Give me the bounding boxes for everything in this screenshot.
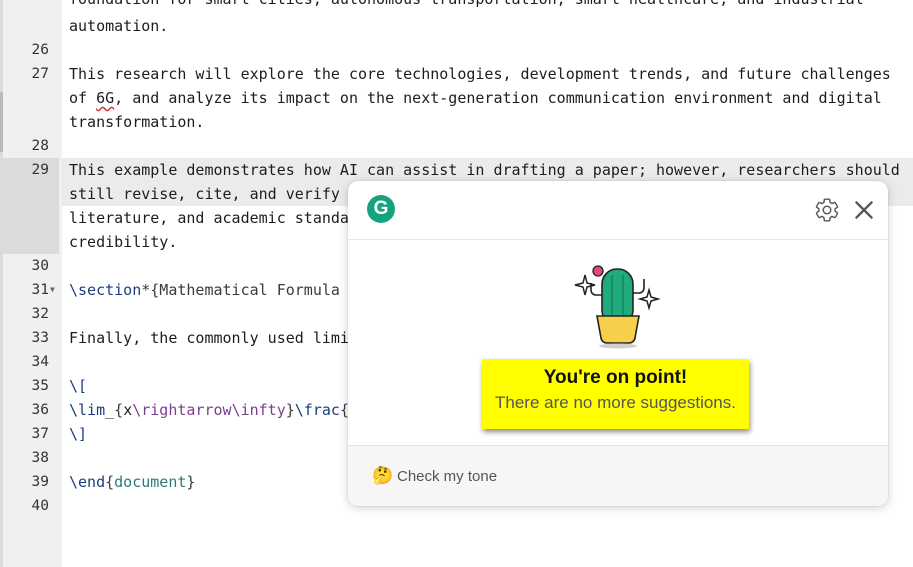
code-token: of — [69, 89, 97, 107]
code-token: _{ — [105, 401, 124, 419]
code-token: This research will explore the core tech… — [69, 65, 891, 83]
check-tone-label: Check my tone — [397, 467, 498, 485]
code-text: credibility. — [69, 230, 177, 254]
grammarly-logo-icon: G — [367, 195, 395, 223]
line-number: 29 — [31, 162, 49, 178]
fold-toggle-icon[interactable]: ▼ — [50, 278, 55, 302]
code-token: \rightarrow — [132, 401, 232, 419]
code-token: \section — [69, 281, 142, 299]
code-text: of 6G, and analyze its impact on the nex… — [69, 86, 882, 110]
code-text: This research will explore the core tech… — [69, 62, 891, 86]
line-number: 40 — [31, 498, 49, 514]
code-token: \] — [69, 425, 88, 443]
grammarly-panel: G You're on point! There are no more sug… — [348, 181, 888, 506]
code-token: \lim — [69, 401, 106, 419]
code-token: { — [105, 473, 115, 491]
code-token: x — [123, 401, 133, 419]
code-token: 6G — [96, 89, 115, 107]
line-number: 32 — [31, 306, 49, 322]
code-token: \end — [69, 473, 106, 491]
code-text: foundation for smart cities, autonomous … — [69, 0, 864, 11]
code-token: \infty — [231, 401, 286, 419]
code-token: credibility. — [69, 233, 178, 251]
code-text: \lim_{x\rightarrow\infty}\frac{ — [69, 398, 349, 422]
line-number: 28 — [31, 138, 49, 154]
line-number: 33 — [31, 330, 49, 346]
grammarly-panel-footer: 🤔 Check my tone — [348, 445, 888, 506]
code-text: \section*{Mathematical Formula — [69, 278, 340, 302]
code-text: \end{document} — [69, 470, 195, 494]
code-token: } — [186, 473, 196, 491]
code-token: Finally, the commonly used limi — [69, 329, 349, 347]
code-token: \[ — [69, 377, 88, 395]
code-line[interactable]: foundation for smart cities, autonomous … — [0, 0, 913, 11]
thinking-face-icon: 🤔 — [372, 466, 394, 485]
code-text: transformation. — [69, 110, 204, 134]
code-line[interactable]: 28 — [0, 134, 913, 158]
callout-title: You're on point! — [543, 367, 688, 388]
callout-subtitle: There are no more suggestions. — [495, 393, 736, 412]
code-token: still revise, cite, and verify — [69, 185, 340, 203]
line-number: 39 — [31, 474, 49, 490]
line-number: 30 — [31, 258, 49, 274]
code-line[interactable]: of 6G, and analyze its impact on the nex… — [0, 86, 913, 110]
code-token: This example demonstrates how AI can ass… — [69, 161, 900, 179]
code-line[interactable]: 29 This example demonstrates how AI can a… — [0, 158, 913, 182]
code-token: transformation. — [69, 113, 205, 131]
code-token: document — [114, 473, 187, 491]
line-number: 26 — [31, 42, 49, 58]
code-token: \frac — [294, 401, 340, 419]
line-number: 36 — [31, 402, 49, 418]
line-number: 27 — [31, 66, 49, 82]
code-token: foundation for smart cities, autonomous … — [69, 0, 864, 8]
gear-icon[interactable] — [814, 197, 840, 223]
code-token: } — [285, 401, 295, 419]
code-text: \] — [69, 422, 87, 446]
close-icon[interactable] — [851, 197, 877, 223]
success-callout: You're on point! There are no more sugge… — [482, 359, 749, 429]
code-text: still revise, cite, and verify — [69, 182, 340, 206]
code-line[interactable]: 26 — [0, 38, 913, 62]
line-number: 37 — [31, 426, 49, 442]
line-number: 35 — [31, 378, 49, 394]
code-line[interactable]: automation. — [0, 14, 913, 38]
code-token: literature, and academic standa — [69, 209, 349, 227]
line-number: 38 — [31, 450, 49, 466]
code-token: *{Mathematical Formula — [141, 281, 340, 299]
code-text: \[ — [69, 374, 87, 398]
code-token: , and analyze its impact on the next-gen… — [114, 89, 882, 107]
code-token: automation. — [69, 17, 169, 35]
code-text: Finally, the commonly used limi — [69, 326, 349, 350]
line-number: 31 — [31, 282, 49, 298]
code-text: This example demonstrates how AI can ass… — [69, 158, 900, 182]
line-number: 34 — [31, 354, 49, 370]
code-text: automation. — [69, 14, 168, 38]
check-tone-button[interactable]: 🤔 Check my tone — [372, 466, 497, 486]
grammarly-panel-header: G — [348, 181, 888, 240]
code-line[interactable]: transformation. — [0, 110, 913, 134]
code-text: literature, and academic standa — [69, 206, 349, 230]
cactus-illustration-icon — [574, 265, 661, 349]
code-line[interactable]: 27 This research will explore the core te… — [0, 62, 913, 86]
